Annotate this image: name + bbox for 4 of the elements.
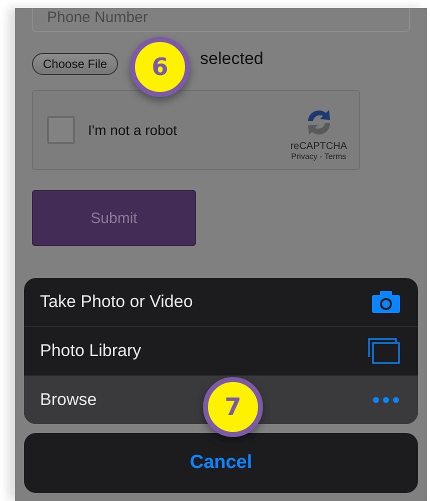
file-status-text: selected <box>200 49 264 69</box>
step-badge-tooltip: 6 <box>130 37 190 97</box>
captcha-label: I'm not a robot <box>88 122 178 138</box>
recaptcha-text: reCAPTCHA <box>290 141 347 152</box>
